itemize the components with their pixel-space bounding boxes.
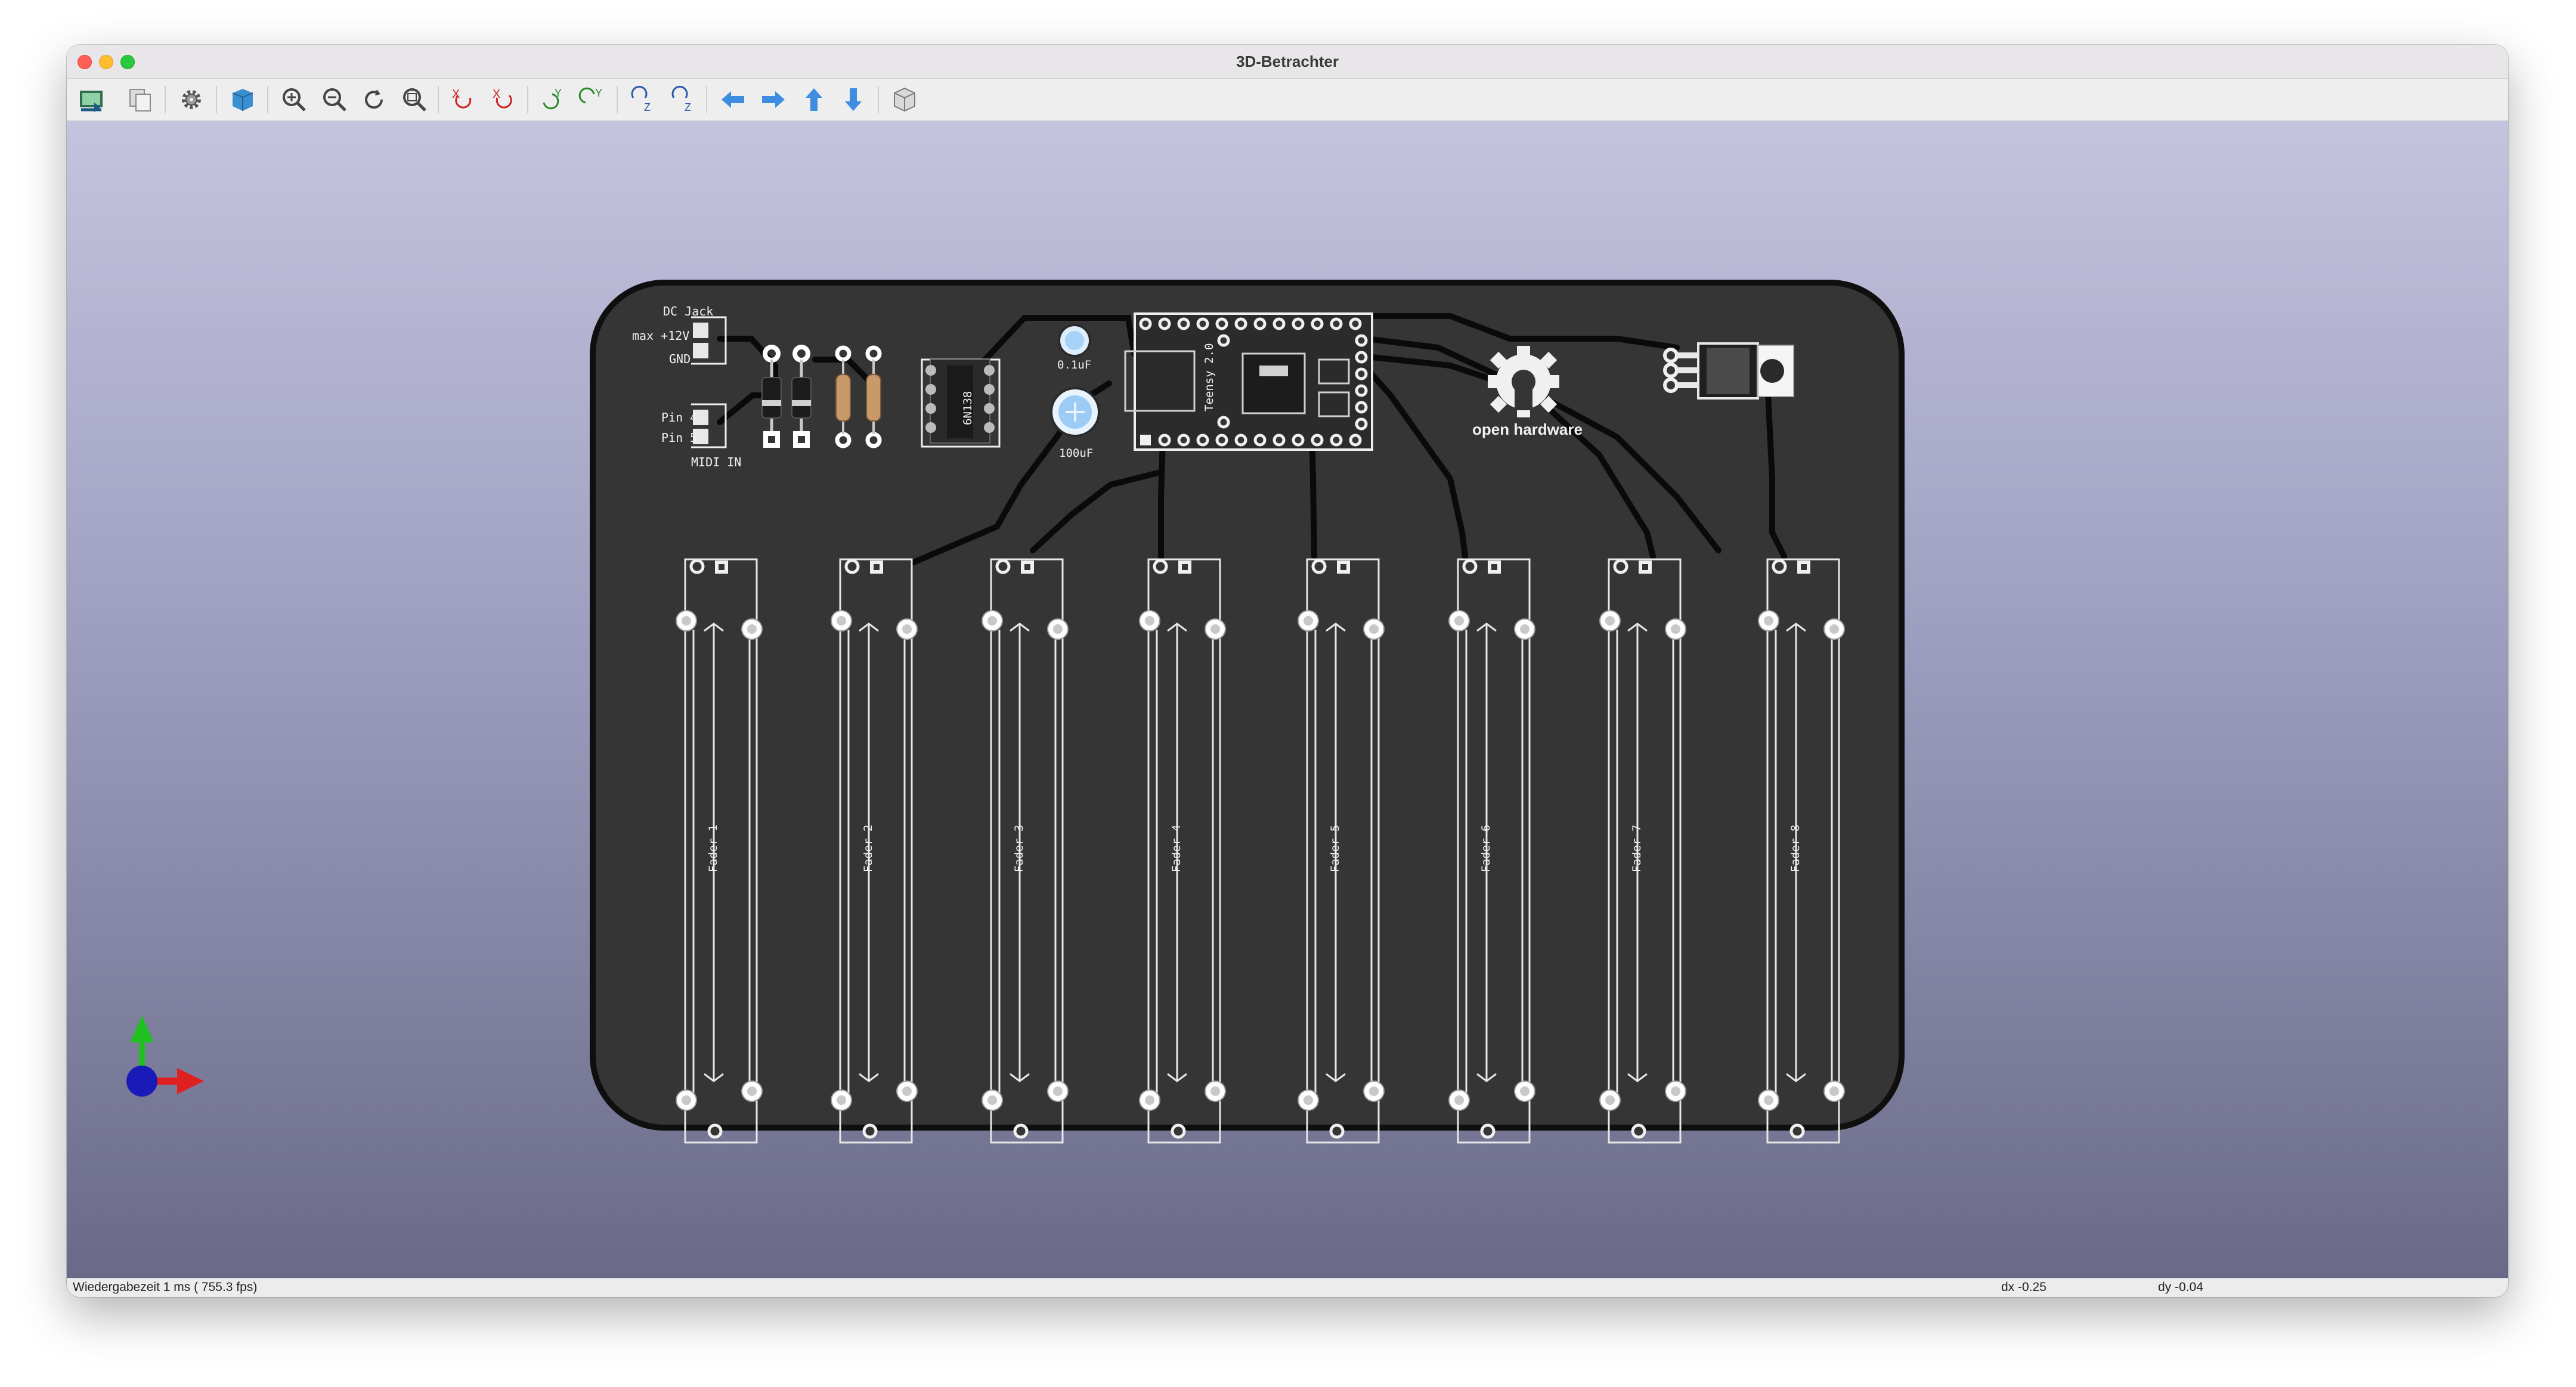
title-bar: 3D-Betrachter [67, 45, 2508, 79]
max-12v-label: max +12V [632, 329, 689, 343]
pin4-label: Pin 4 [661, 410, 697, 425]
rotate-x-counterclockwise-button[interactable]: X [487, 82, 521, 117]
raytracing-icon [232, 89, 253, 111]
svg-text:Z: Z [644, 101, 651, 113]
reload-board-button[interactable] [74, 82, 109, 117]
3d-viewer-window: 3D-Betrachter X X Y Y Z Z DC Jack max +1… [67, 45, 2508, 1297]
fader-label: Fader 5 [1329, 825, 1342, 872]
fader-label: Fader 7 [1630, 825, 1643, 872]
svg-text:Z: Z [685, 101, 691, 113]
capacitor-large-label: 100uF [1059, 447, 1093, 460]
toolbar: X X Y Y Z Z [67, 79, 2508, 121]
rotate-z-counterclockwise-button[interactable]: Z [665, 82, 700, 117]
optocoupler-socket: 6N138 [921, 358, 1001, 448]
rotate-y-cw-icon: Y [543, 87, 562, 110]
orthographic-icon [894, 87, 915, 112]
move-up-icon [806, 88, 822, 111]
zoom-out-button[interactable] [317, 82, 352, 117]
3d-viewport[interactable]: DC Jack max +12V GND Pin 4 Pin 5 MIDI IN [67, 121, 2508, 1278]
capacitor-small-label: 0.1uF [1057, 358, 1091, 371]
rotate-z-cw-icon: Z [631, 85, 651, 113]
rotate-x-clockwise-button[interactable]: X [446, 82, 481, 117]
toolbar-separator [216, 86, 217, 113]
rotate-z-clockwise-button[interactable]: Z [625, 82, 660, 117]
move-right-button[interactable] [756, 82, 791, 117]
midi-in-label: MIDI IN [691, 455, 741, 469]
zoom-in-icon [283, 88, 306, 112]
redraw-button[interactable] [357, 82, 391, 117]
toolbar-separator [617, 86, 618, 113]
rotate-y-clockwise-button[interactable]: Y [535, 82, 570, 117]
toolbar-separator [706, 86, 707, 113]
reload-board-icon [80, 91, 103, 112]
move-right-icon [762, 91, 785, 108]
rotate-y-ccw-icon: Y [578, 87, 602, 104]
move-down-button[interactable] [836, 82, 871, 117]
teensy-module: Teensy 2.0 [1124, 312, 1373, 451]
fader-label: Fader 4 [1170, 825, 1183, 872]
toolbar-separator [438, 86, 439, 113]
optocoupler-label: 6N138 [961, 391, 974, 425]
fader-label: Fader 1 [707, 825, 720, 872]
move-up-button[interactable] [797, 82, 831, 117]
dc-jack-label: DC Jack [663, 304, 713, 318]
move-left-button[interactable] [716, 82, 750, 117]
gnd-label: GND [669, 352, 691, 366]
rotate-z-ccw-icon: Z [671, 85, 691, 113]
rotate-x-cw-icon: X [452, 88, 472, 109]
move-left-icon [722, 91, 744, 108]
redraw-icon [365, 89, 383, 109]
window-title: 3D-Betrachter [1236, 52, 1339, 70]
status-bar: Wiedergabezeit 1 ms ( 755.3 fps) dx -0.2… [67, 1278, 2508, 1297]
zoom-in-button[interactable] [277, 82, 311, 117]
pcb-3d-render: DC Jack max +12V GND Pin 4 Pin 5 MIDI IN [126, 280, 1905, 1144]
render-options-button[interactable] [225, 82, 260, 117]
zoom-out-icon [323, 88, 346, 112]
render-time-status: Wiedergabezeit 1 ms ( 755.3 fps) [73, 1280, 258, 1294]
fader-label: Fader 2 [862, 825, 875, 872]
rotate-y-counterclockwise-button[interactable]: Y [576, 82, 611, 117]
pin5-label: Pin 5 [661, 431, 697, 445]
fader-label: Fader 3 [1013, 825, 1026, 872]
toolbar-separator [267, 86, 268, 113]
toolbar-separator [878, 86, 879, 113]
copy-3d-image-button[interactable] [123, 82, 157, 117]
teensy-label: Teensy 2.0 [1203, 343, 1216, 411]
dx-status: dx -0.25 [2001, 1280, 2046, 1294]
preferences-icon [182, 90, 201, 109]
toolbar-separator [165, 86, 166, 113]
move-down-icon [845, 88, 862, 111]
rotate-x-ccw-icon: X [493, 88, 512, 109]
fader-label: Fader 6 [1479, 825, 1493, 872]
svg-text:Y: Y [595, 87, 602, 99]
fader-label: Fader 8 [1789, 825, 1802, 872]
zoom-fit-button[interactable] [397, 82, 432, 117]
axis-orientation-gizmo [126, 1016, 204, 1097]
orthographic-button[interactable] [887, 82, 922, 117]
preferences-button[interactable] [174, 82, 209, 117]
dy-status: dy -0.04 [2158, 1280, 2203, 1294]
copy-3d-image-icon [129, 89, 151, 112]
open-hardware-label: open hardware [1472, 420, 1583, 438]
toolbar-separator [527, 86, 528, 113]
zoom-fit-icon [403, 88, 426, 112]
